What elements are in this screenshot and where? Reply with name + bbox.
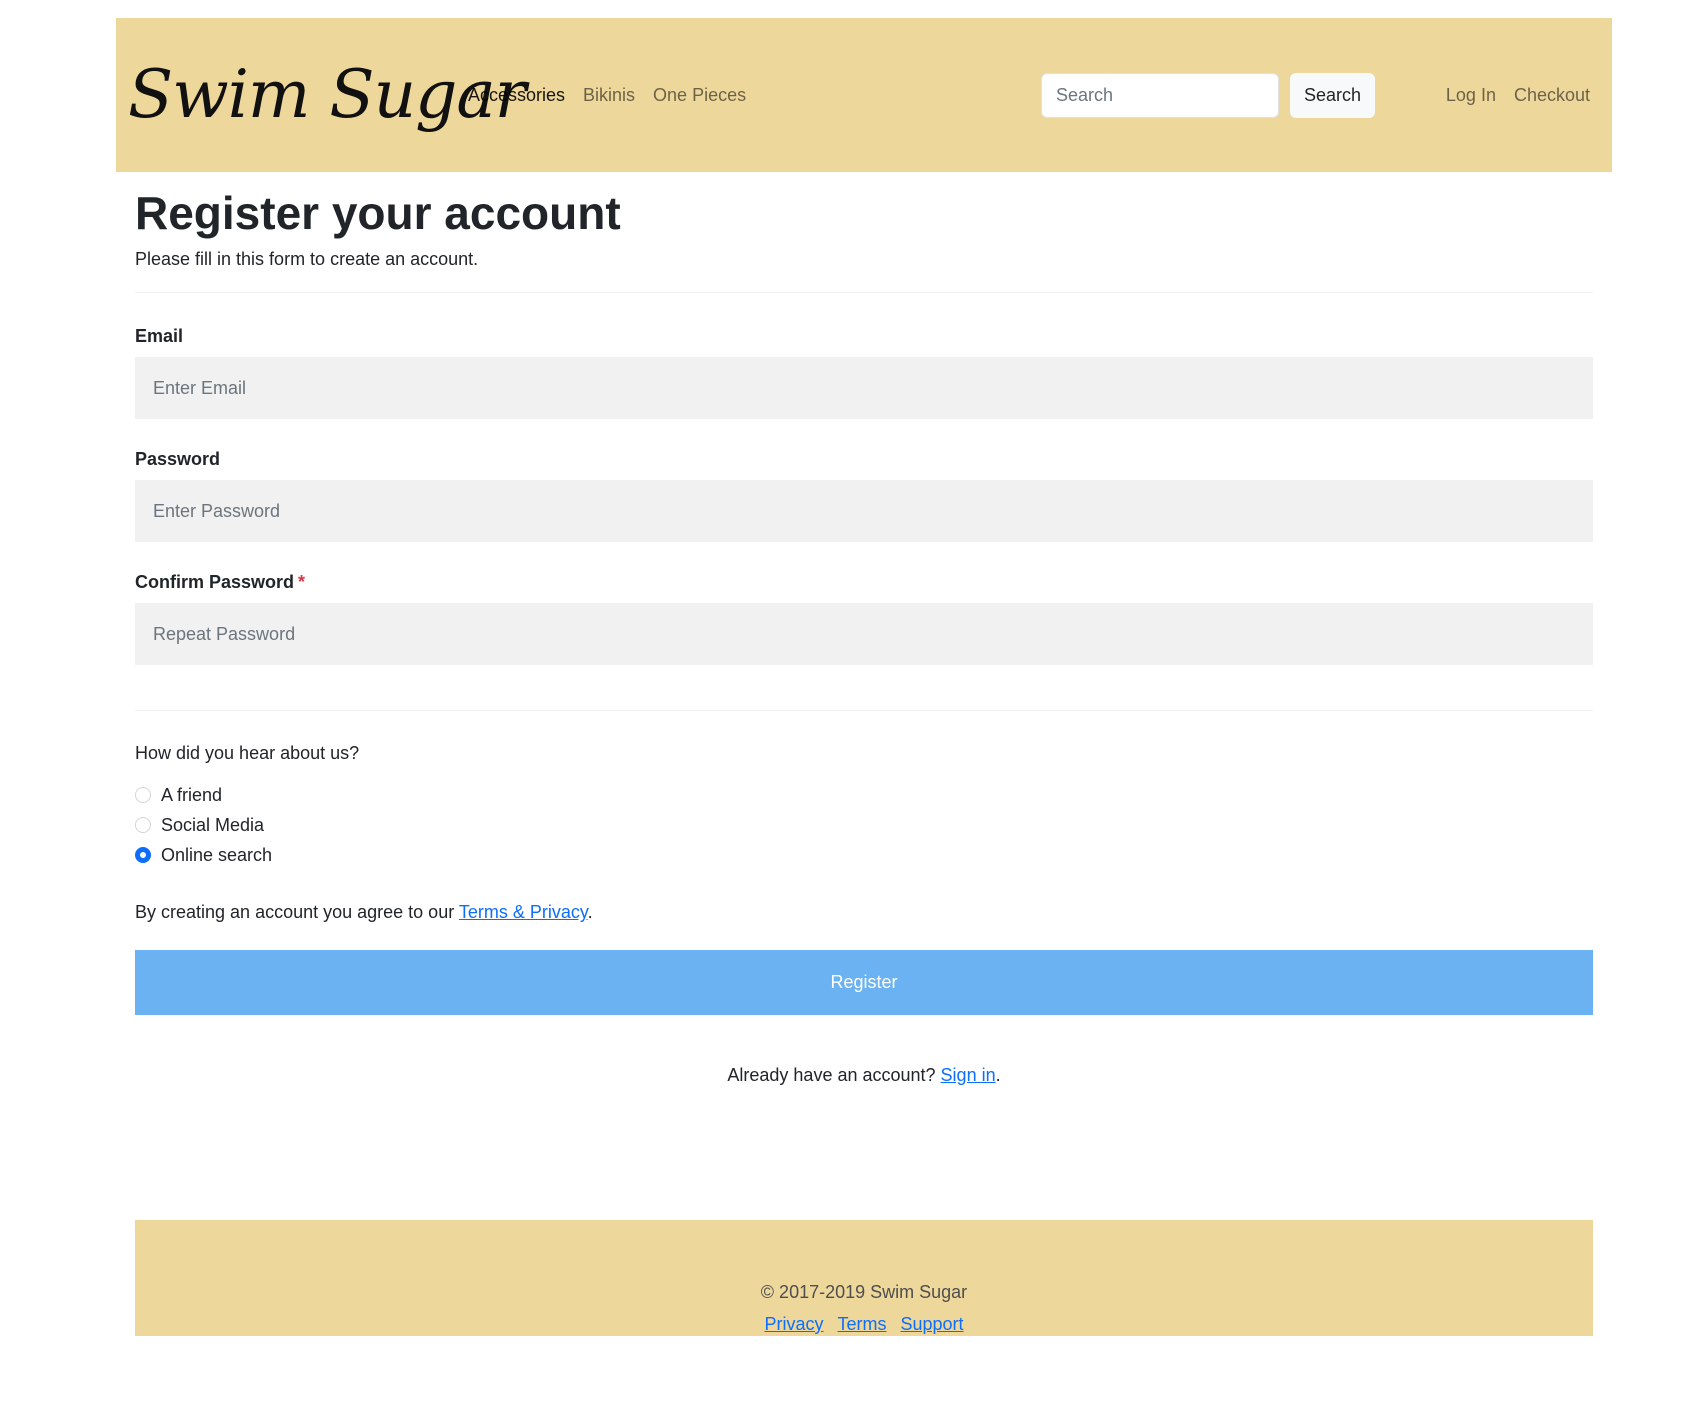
referral-radio-group: A friend Social Media Online search [135, 780, 1593, 870]
nav-item-one-pieces[interactable]: One Pieces [653, 85, 746, 106]
signin-link[interactable]: Sign in [941, 1065, 996, 1085]
register-button[interactable]: Register [135, 950, 1593, 1016]
nav-item-bikinis[interactable]: Bikinis [583, 85, 635, 106]
confirm-password-label-text: Confirm Password [135, 572, 295, 593]
footer-link-privacy[interactable]: Privacy [764, 1314, 823, 1335]
radio-option-online-search[interactable]: Online search [135, 840, 1593, 870]
confirm-password-field[interactable] [135, 603, 1593, 666]
radio-option-social-media[interactable]: Social Media [135, 810, 1593, 840]
search-button[interactable]: Search [1290, 73, 1375, 118]
footer-links: Privacy Terms Support [135, 1314, 1593, 1335]
radio-label: Online search [161, 844, 273, 865]
signin-prefix: Already have an account? [727, 1065, 941, 1086]
form-subtitle: Please fill in this form to create an ac… [135, 249, 479, 270]
password-label: Password [135, 449, 221, 470]
signin-text: Already have an account? Sign in. [135, 1065, 1593, 1086]
agreement-text: By creating an account you agree to our … [135, 902, 1593, 923]
divider [135, 292, 1593, 294]
agreement-prefix: By creating an account you agree to our [135, 902, 459, 923]
required-mark: * [298, 572, 306, 593]
radio-option-friend[interactable]: A friend [135, 780, 1593, 810]
radio-label: A friend [161, 784, 223, 805]
radio-button-checked[interactable] [135, 847, 151, 864]
signin-suffix: . [995, 1065, 1001, 1086]
register-form: Register your account Please fill in thi… [135, 186, 1593, 1086]
confirm-password-group: Confirm Password * [135, 572, 1593, 666]
nav-item-accessories[interactable]: Accessories [468, 85, 565, 106]
email-label: Email [135, 326, 184, 347]
referral-question: How did you hear about us? [135, 743, 360, 764]
radio-button[interactable] [135, 787, 151, 804]
login-link[interactable]: Log In [1446, 85, 1496, 106]
password-group: Password [135, 449, 1593, 543]
brand-logo[interactable]: Swim Sugar [128, 62, 526, 128]
divider [135, 710, 1593, 712]
top-navbar: Swim Sugar Accessories Bikinis One Piece… [116, 18, 1612, 172]
footer: © 2017-2019 Swim Sugar Privacy Terms Sup… [135, 1220, 1593, 1336]
account-nav: Log In Checkout [1446, 18, 1590, 172]
password-field[interactable] [135, 480, 1593, 543]
copyright-text: © 2017-2019 Swim Sugar [760, 1282, 968, 1302]
email-group: Email [135, 326, 1593, 420]
radio-label: Social Media [161, 814, 265, 835]
page-title: Register your account [135, 187, 621, 239]
footer-link-support[interactable]: Support [900, 1314, 963, 1335]
terms-privacy-link[interactable]: Terms & Privacy [459, 902, 588, 922]
agreement-suffix: . [587, 902, 593, 923]
confirm-password-label: Confirm Password * [135, 572, 1593, 593]
search-input[interactable] [1041, 73, 1279, 118]
checkout-link[interactable]: Checkout [1514, 85, 1590, 106]
email-field[interactable] [135, 357, 1593, 420]
radio-button[interactable] [135, 817, 151, 834]
footer-link-terms[interactable]: Terms [837, 1314, 886, 1335]
main-nav: Accessories Bikinis One Pieces [468, 18, 746, 172]
